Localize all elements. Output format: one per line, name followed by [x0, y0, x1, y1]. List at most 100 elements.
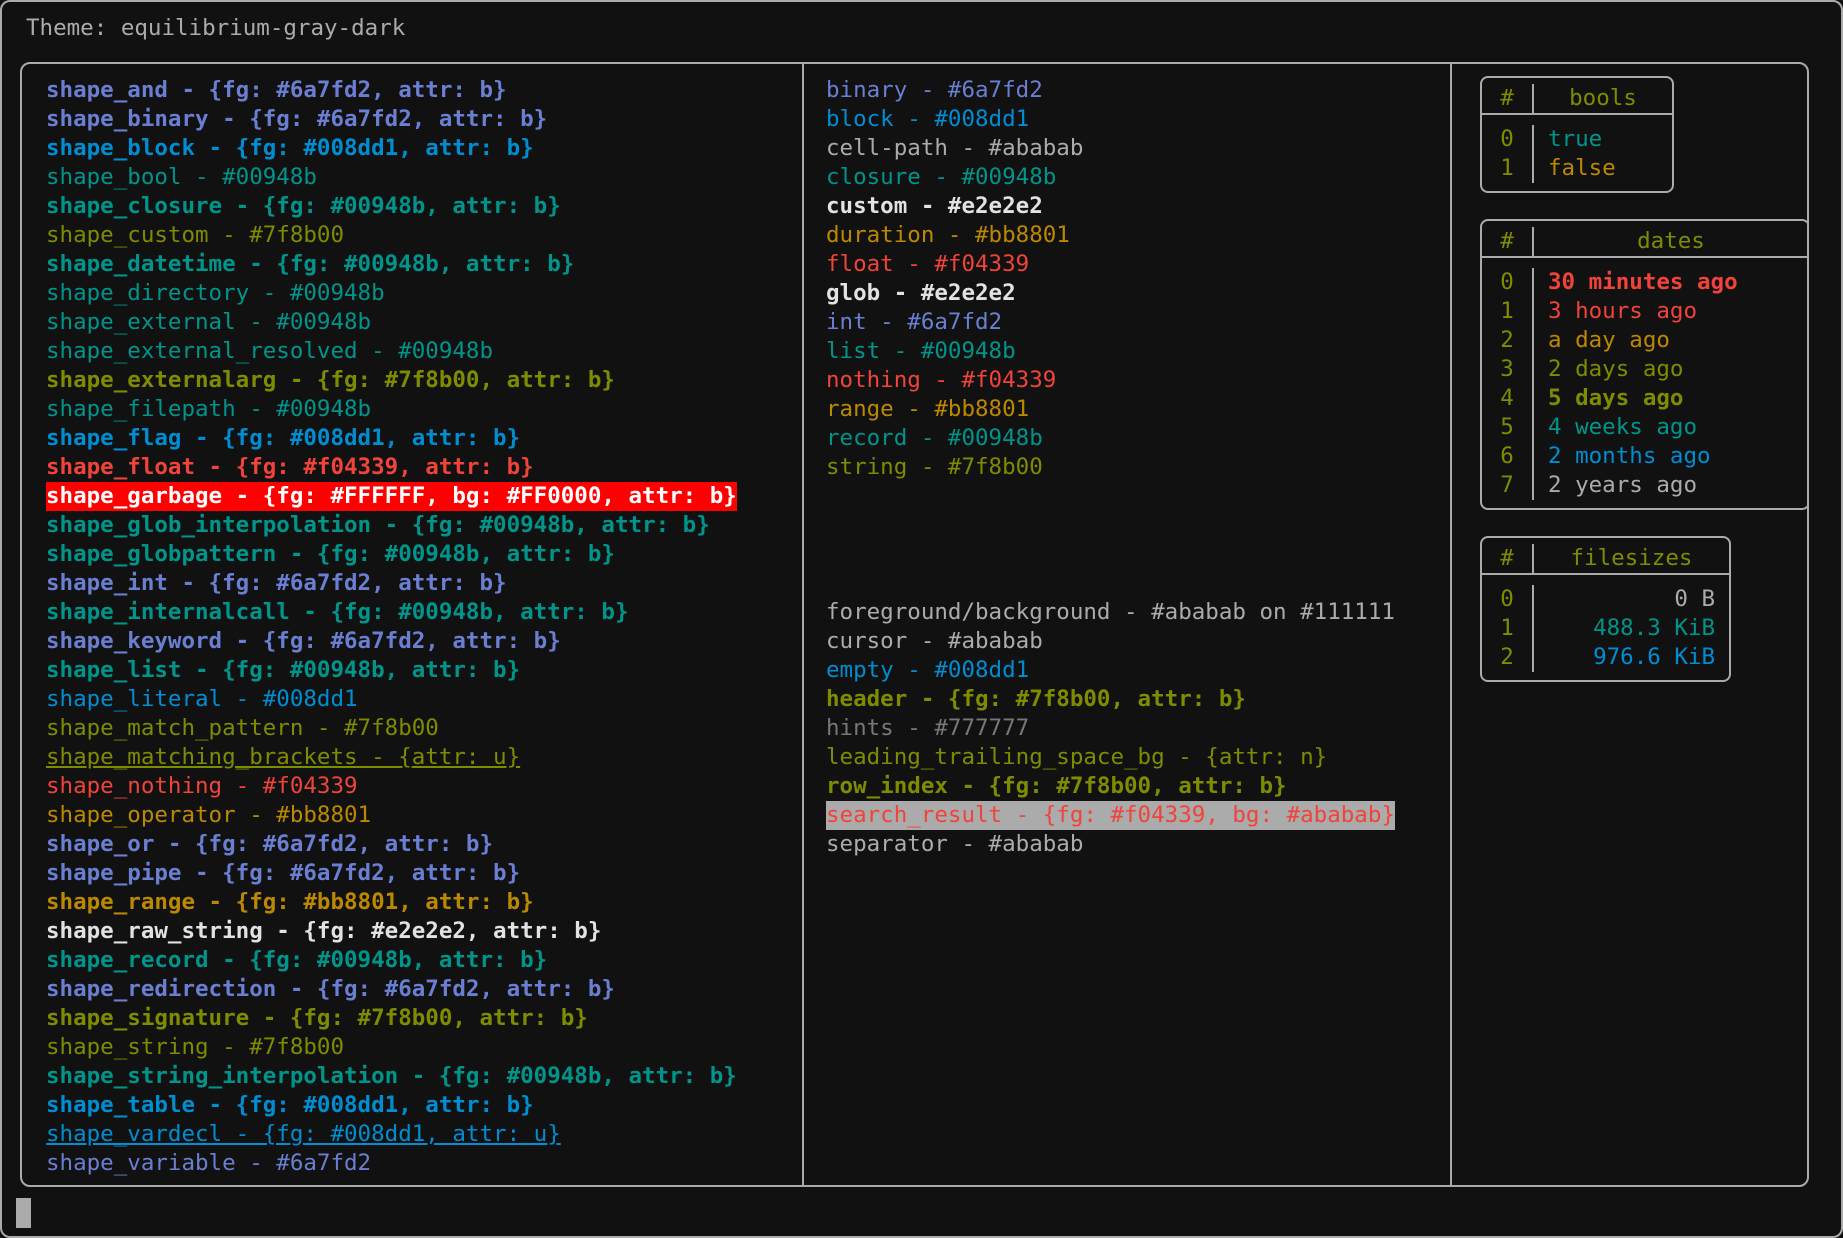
row-value: 2 years ago: [1548, 472, 1698, 498]
types-column: binary - #6a7fd2 block - #008dd1 cell-path…: [804, 64, 1450, 859]
shape-line-14: shape_garbage - {fg: #FFFFFF, bg: #FF000…: [46, 482, 737, 511]
shape-line-6: shape_datetime - {fg: #00948b, attr: b}: [46, 251, 575, 277]
shape-line-4: shape_closure - {fg: #00948b, attr: b}: [46, 193, 561, 219]
shape-line-30: shape_record - {fg: #00948b, attr: b}: [46, 947, 548, 973]
row-index: 1: [1482, 614, 1534, 643]
column-header-value: bools: [1569, 85, 1637, 111]
shape-line-28: shape_range - {fg: #bb8801, attr: b}: [46, 889, 534, 915]
shape-line-20: shape_list - {fg: #00948b, attr: b}: [46, 657, 521, 683]
shape-line-11: shape_filepath - #00948b: [46, 396, 372, 422]
ui-line-8: separator - #ababab: [826, 831, 1084, 857]
shape-line-5: shape_custom - #7f8b00: [46, 222, 345, 248]
shape-line-9: shape_external_resolved - #00948b: [46, 338, 494, 364]
table-row: 1 3 hours ago: [1482, 297, 1808, 326]
type-line-9: list - #00948b: [826, 338, 1016, 364]
table-header-row: # bools: [1482, 84, 1672, 115]
ui-line-7: search_result - {fg: #f04339, bg: #ababa…: [826, 801, 1395, 830]
shape-line-24: shape_nothing - #f04339: [46, 773, 358, 799]
table-header-row: # dates: [1482, 227, 1808, 258]
type-line-6: float - #f04339: [826, 251, 1030, 277]
row-index: 3: [1482, 355, 1534, 384]
shape-line-12: shape_flag - {fg: #008dd1, attr: b}: [46, 425, 521, 451]
type-line-13: string - #7f8b00: [826, 454, 1043, 480]
table-body-pad: [1482, 115, 1672, 125]
table-bottom-pad: [1482, 183, 1672, 191]
shape-line-36: shape_vardecl - {fg: #008dd1, attr: u}: [46, 1121, 561, 1147]
row-value: 976.6 KiB: [1593, 644, 1715, 670]
type-line-12: record - #00948b: [826, 425, 1043, 451]
shape-line-3: shape_bool - #00948b: [46, 164, 317, 190]
shape-line-2: shape_block - {fg: #008dd1, attr: b}: [46, 135, 534, 161]
shape-line-31: shape_redirection - {fg: #6a7fd2, attr: …: [46, 976, 615, 1002]
shape-line-10: shape_externalarg - {fg: #7f8b00, attr: …: [46, 367, 615, 393]
shape-line-7: shape_directory - #00948b: [46, 280, 385, 306]
type-line-4: custom - #e2e2e2: [826, 193, 1043, 219]
table-row: 7 2 years ago: [1482, 471, 1808, 500]
ui-line-6: row_index - {fg: #7f8b00, attr: b}: [826, 773, 1287, 799]
row-value: 488.3 KiB: [1593, 615, 1715, 641]
row-value: a day ago: [1548, 327, 1670, 353]
shape-line-26: shape_or - {fg: #6a7fd2, attr: b}: [46, 831, 494, 857]
row-value: 4 weeks ago: [1548, 414, 1698, 440]
type-line-8: int - #6a7fd2: [826, 309, 1003, 335]
row-value: 30 minutes ago: [1548, 269, 1738, 295]
shape-line-0: shape_and - {fg: #6a7fd2, attr: b}: [46, 77, 507, 103]
row-index: 0: [1482, 585, 1534, 614]
row-value: true: [1548, 126, 1603, 152]
shape-line-32: shape_signature - {fg: #7f8b00, attr: b}: [46, 1005, 588, 1031]
row-index: 1: [1482, 297, 1534, 326]
column-header-index: #: [1482, 84, 1534, 113]
column-header-value: filesizes: [1570, 545, 1693, 571]
table-row: 1 false: [1482, 154, 1672, 183]
shape-line-27: shape_pipe - {fg: #6a7fd2, attr: b}: [46, 860, 521, 886]
row-index: 2: [1482, 643, 1534, 672]
shape-line-13: shape_float - {fg: #f04339, attr: b}: [46, 454, 534, 480]
row-index: 5: [1482, 413, 1534, 442]
column-header-index: #: [1482, 544, 1534, 573]
table-bottom-pad: [1482, 672, 1729, 680]
table-row: 0 30 minutes ago: [1482, 268, 1808, 297]
tables-column: # bools 0 true 1 false # dates 0 30 minutes ago 1 3…: [1452, 64, 1809, 708]
table-bottom-pad: [1482, 500, 1808, 508]
type-line-11: range - #bb8801: [826, 396, 1030, 422]
ui-line-0: foreground/background - #ababab on #1111…: [826, 599, 1395, 625]
shape-line-35: shape_table - {fg: #008dd1, attr: b}: [46, 1092, 534, 1118]
type-line-0: binary - #6a7fd2: [826, 77, 1043, 103]
table-row: 1 488.3 KiB: [1482, 614, 1729, 643]
shape-line-29: shape_raw_string - {fg: #e2e2e2, attr: b…: [46, 918, 602, 944]
table-body-pad: [1482, 575, 1729, 585]
type-line-5: duration - #bb8801: [826, 222, 1070, 248]
shape-line-37: shape_variable - #6a7fd2: [46, 1150, 372, 1176]
table-header-row: # filesizes: [1482, 544, 1729, 575]
ui-line-2: empty - #008dd1: [826, 657, 1030, 683]
row-index: 2: [1482, 326, 1534, 355]
shape-line-23: shape_matching_brackets - {attr: u}: [46, 744, 521, 770]
theme-preview-panel: shape_and - {fg: #6a7fd2, attr: b} shape_…: [20, 62, 1809, 1187]
row-index: 7: [1482, 471, 1534, 500]
terminal-cursor: [16, 1198, 31, 1228]
ui-line-4: hints - #777777: [826, 715, 1030, 741]
ui-line-3: header - {fg: #7f8b00, attr: b}: [826, 686, 1246, 712]
table-row: 6 2 months ago: [1482, 442, 1808, 471]
row-value: 3 hours ago: [1548, 298, 1698, 324]
shape-line-18: shape_internalcall - {fg: #00948b, attr:…: [46, 599, 629, 625]
type-line-2: cell-path - #ababab: [826, 135, 1084, 161]
row-value: false: [1548, 155, 1616, 181]
row-index: 1: [1482, 154, 1534, 183]
shape-line-22: shape_match_pattern - #7f8b00: [46, 715, 439, 741]
type-line-3: closure - #00948b: [826, 164, 1057, 190]
row-value: 0 B: [1674, 586, 1715, 612]
shape-line-33: shape_string - #7f8b00: [46, 1034, 345, 1060]
table-row: 3 2 days ago: [1482, 355, 1808, 384]
shape-line-19: shape_keyword - {fg: #6a7fd2, attr: b}: [46, 628, 561, 654]
row-value: 2 days ago: [1548, 356, 1684, 382]
table-dates: # dates 0 30 minutes ago 1 3 hours ago 2 a day …: [1480, 219, 1809, 510]
shape-line-21: shape_literal - #008dd1: [46, 686, 358, 712]
type-line-10: nothing - #f04339: [826, 367, 1057, 393]
page-title: Theme: equilibrium-gray-dark: [26, 15, 406, 41]
shape-line-8: shape_external - #00948b: [46, 309, 372, 335]
table-bools: # bools 0 true 1 false: [1480, 76, 1674, 193]
table-body-pad: [1482, 258, 1808, 268]
row-value: 5 days ago: [1548, 385, 1684, 411]
